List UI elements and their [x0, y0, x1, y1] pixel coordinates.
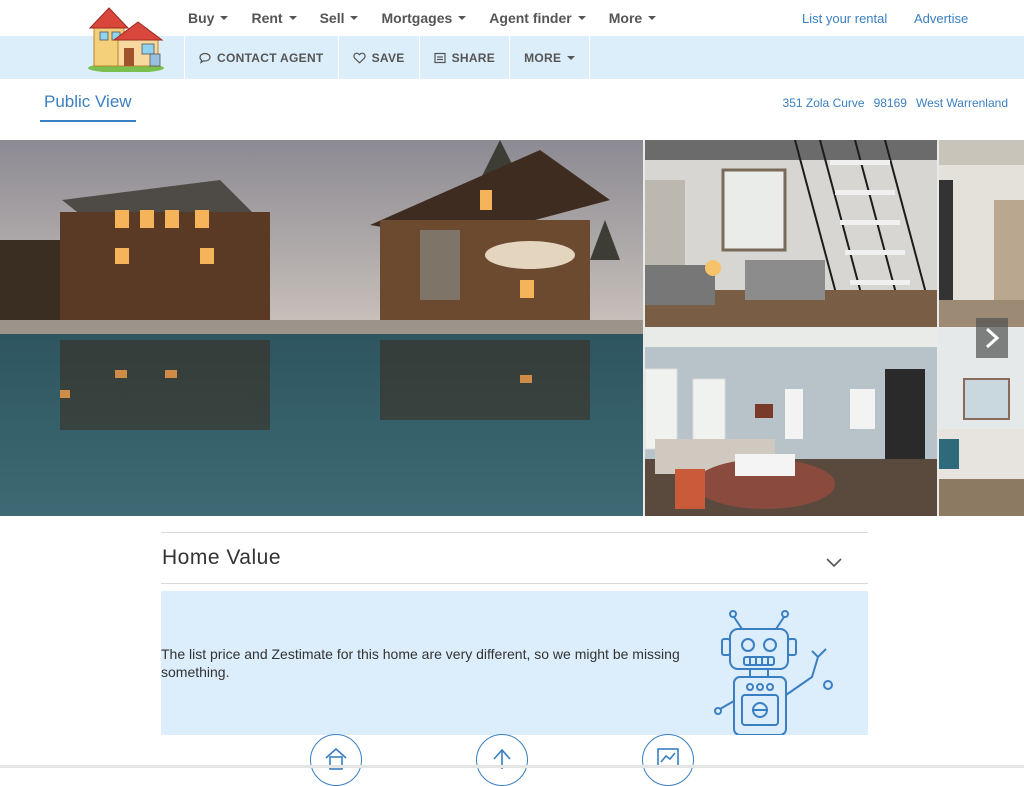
save-button[interactable]: SAVE: [339, 36, 420, 79]
caret-down-icon: [458, 16, 467, 20]
nav-rent[interactable]: Rent: [251, 10, 297, 26]
address-zip: 98169: [873, 96, 907, 110]
action-buttons: CONTACT AGENT SAVE SHARE MORE: [184, 36, 591, 79]
more-actions-label: MORE: [524, 50, 562, 65]
nav-sell-label: Sell: [319, 10, 345, 26]
interior-photo-living-room[interactable]: [645, 329, 937, 516]
chevron-down-icon[interactable]: [826, 555, 842, 573]
home-value-message: The list price and Zestimate for this ho…: [161, 646, 680, 680]
photo-gallery: [0, 140, 1024, 516]
home-icon[interactable]: [310, 734, 362, 786]
address-city: West Warrenland: [915, 96, 1008, 110]
address-street: 351 Zola Curve: [782, 96, 865, 110]
site-logo[interactable]: [86, 4, 166, 73]
interior-photo-staircase[interactable]: [645, 140, 937, 327]
nav-agent-finder-label: Agent finder: [489, 10, 572, 26]
caret-down-icon: [648, 16, 657, 20]
list-rental-link[interactable]: List your rental: [802, 0, 887, 36]
nav-mortgages[interactable]: Mortgages: [381, 10, 467, 26]
caret-down-icon: [288, 16, 297, 20]
nav-agent-finder[interactable]: Agent finder: [489, 10, 586, 26]
caret-down-icon: [567, 55, 576, 60]
share-box-icon: [433, 52, 446, 64]
share-label: SHARE: [451, 50, 496, 65]
gallery-next-button[interactable]: [976, 318, 1008, 358]
nav-more-label: More: [608, 10, 643, 26]
main-exterior-photo[interactable]: [0, 140, 643, 516]
home-value-notice-panel: The list price and Zestimate for this ho…: [161, 591, 868, 736]
upload-arrow-icon[interactable]: [476, 734, 528, 786]
advertise-link[interactable]: Advertise: [914, 0, 968, 36]
caret-down-icon: [220, 16, 229, 20]
chevron-right-icon: [985, 327, 1000, 349]
nav-mortgages-label: Mortgages: [381, 10, 453, 26]
caret-down-icon: [350, 16, 359, 20]
nav-rent-label: Rent: [251, 10, 283, 26]
robot-illustration: [714, 605, 844, 740]
nav-buy[interactable]: Buy: [188, 10, 229, 26]
contact-agent-button[interactable]: CONTACT AGENT: [184, 36, 339, 79]
tab-public-view[interactable]: Public View: [40, 92, 136, 122]
interior-photo-hallway[interactable]: [939, 140, 1024, 327]
main-nav: Buy Rent Sell Mortgages Agent finder Mor…: [188, 0, 679, 36]
nav-buy-label: Buy: [188, 10, 215, 26]
nav-more[interactable]: More: [608, 10, 657, 26]
home-value-icon-row: [0, 734, 1024, 786]
more-actions-button[interactable]: MORE: [510, 36, 591, 79]
contact-agent-label: CONTACT AGENT: [217, 50, 324, 65]
nav-sell[interactable]: Sell: [320, 10, 359, 26]
chart-icon[interactable]: [642, 734, 694, 786]
save-label: SAVE: [371, 50, 405, 65]
home-value-header[interactable]: Home Value: [161, 532, 868, 584]
home-value-title: Home Value: [162, 546, 282, 569]
property-address: 351 Zola Curve 98169 West Warrenland: [783, 96, 1008, 110]
share-button[interactable]: SHARE: [420, 36, 511, 79]
heart-icon: [352, 52, 366, 64]
caret-down-icon: [577, 16, 586, 20]
chat-bubble-icon: [199, 52, 211, 64]
